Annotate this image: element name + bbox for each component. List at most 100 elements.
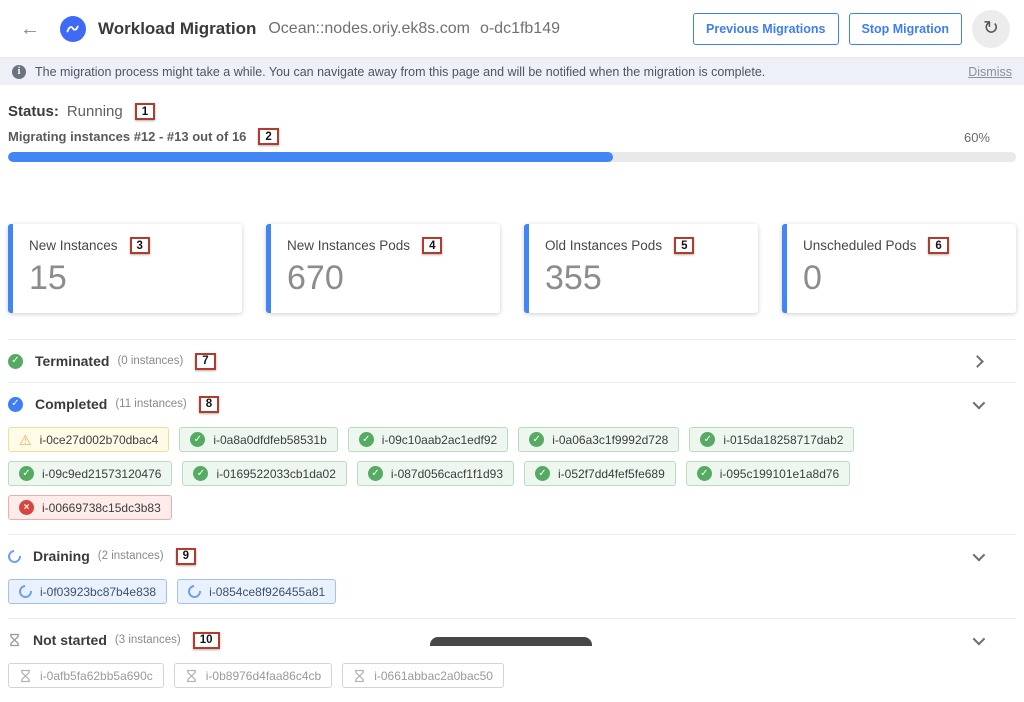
instance-id: i-09c9ed21573120476 <box>42 467 161 481</box>
instance-chip: ✓ i-015da18258717dab2 <box>689 427 854 452</box>
instance-id: i-09c10aab2ac1edf92 <box>382 433 497 447</box>
instance-id: i-0afb5fa62bb5a690c <box>40 669 153 683</box>
back-arrow-icon[interactable]: ← <box>14 18 46 40</box>
progress-bar-fill <box>8 152 613 162</box>
check-circle-icon: ✓ <box>697 466 712 481</box>
dismiss-link[interactable]: Dismiss <box>968 65 1012 79</box>
hourglass-icon <box>353 669 366 683</box>
section-count: (11 instances) <box>115 398 186 410</box>
chevron-down-icon[interactable] <box>973 549 986 562</box>
section-name: Draining <box>33 548 90 564</box>
section-terminated: ✓ Terminated (0 instances) 7 <box>8 339 1016 382</box>
instance-id: i-0f03923bc87b4e838 <box>40 585 156 599</box>
section-count: (0 instances) <box>117 355 183 367</box>
annotation-marker-9: 9 <box>176 548 196 565</box>
instance-id: i-0a8a0dfdfeb58531b <box>213 433 326 447</box>
refresh-button[interactable]: ↻ <box>972 10 1010 48</box>
check-circle-icon: ✓ <box>700 432 715 447</box>
section-count: (3 instances) <box>115 634 181 646</box>
chevron-right-icon[interactable] <box>971 355 984 368</box>
instance-chip: ✓ i-087d056cacf1f1d93 <box>357 461 514 486</box>
annotation-marker-7: 7 <box>195 353 215 370</box>
annotation-marker-10: 10 <box>193 632 220 649</box>
refresh-icon: ↻ <box>983 19 999 38</box>
instance-id: i-00669738c15dc3b83 <box>42 501 161 515</box>
annotation-marker-1: 1 <box>135 103 155 120</box>
instance-chip: i-0b8976d4faa86c4cb <box>174 663 332 688</box>
instance-id: i-015da18258717dab2 <box>723 433 843 447</box>
instance-id: i-087d056cacf1f1d93 <box>391 467 503 481</box>
cards-row: New Instances3 15 New Instances Pods4 670 Ol… <box>8 224 1016 313</box>
card-value: 670 <box>287 260 484 297</box>
instance-chip: i-0661abbac2a0bac50 <box>342 663 504 688</box>
summary-card-old-instances-pods: Old Instances Pods5 355 <box>524 224 758 313</box>
instance-chip: i-0f03923bc87b4e838 <box>8 579 167 604</box>
instance-chip: i-0afb5fa62bb5a690c <box>8 663 164 688</box>
summary-card-new-instances-pods: New Instances Pods4 670 <box>266 224 500 313</box>
instance-chip: ✓ i-0a8a0dfdfeb58531b <box>179 427 337 452</box>
spinner-icon <box>185 583 203 601</box>
instance-id: i-0661abbac2a0bac50 <box>374 669 493 683</box>
instance-id: i-0169522033cb1da02 <box>216 467 335 481</box>
instance-chip: ✓i-09c10aab2ac1edf92 <box>348 427 508 452</box>
annotation-marker-6: 6 <box>928 237 948 254</box>
progress-percent: 60% <box>964 130 1016 145</box>
check-circle-icon: ✓ <box>190 432 205 447</box>
section-count: (2 instances) <box>98 550 164 562</box>
ocean-id: o-dc1fb149 <box>480 20 560 37</box>
status-value: Running <box>67 103 123 120</box>
instance-id: i-095c199101e1a8d76 <box>720 467 839 481</box>
instance-chip: ✓ i-095c199101e1a8d76 <box>686 461 850 486</box>
card-value: 355 <box>545 260 742 297</box>
stop-migration-button[interactable]: Stop Migration <box>849 13 963 45</box>
instance-chip: ✓ i-0169522033cb1da02 <box>182 461 346 486</box>
card-value: 15 <box>29 260 226 297</box>
banner-text: The migration process might take a while… <box>35 65 765 79</box>
card-label-row: New Instances3 <box>29 237 226 254</box>
top-bar: ← Workload Migration Ocean::nodes.oriy.e… <box>0 0 1024 58</box>
check-circle-blue-icon: ✓ <box>8 397 23 412</box>
ocean-logo-icon <box>60 16 86 42</box>
check-circle-icon: ✓ <box>19 466 34 481</box>
info-banner: i The migration process might take a whi… <box>0 58 1024 85</box>
instance-id: i-0854ce8f926455a81 <box>209 585 325 599</box>
instance-chip: ⚠ i-0ce27d002b70dbac4 <box>8 427 169 452</box>
section-header-draining[interactable]: Draining (2 instances) 9 <box>8 535 1016 577</box>
section-not-started: Not started(3 instances)10i-0afb5fa62bb5… <box>8 618 1016 702</box>
check-circle-green-icon: ✓ <box>8 354 23 369</box>
annotation-marker-4: 4 <box>422 237 442 254</box>
card-label-row: New Instances Pods4 <box>287 237 484 254</box>
chevron-down-icon[interactable] <box>973 397 986 410</box>
hourglass-icon <box>8 633 21 647</box>
instance-id: i-0a06a3c1f9992d728 <box>552 433 668 447</box>
instance-chip: × i-00669738c15dc3b83 <box>8 495 172 520</box>
section-name: Terminated <box>35 353 109 369</box>
hourglass-icon <box>185 669 198 683</box>
check-circle-icon: ✓ <box>193 466 208 481</box>
page-title: Workload Migration <box>98 19 256 39</box>
chips-not-started: i-0afb5fa62bb5a690c i-0b8976d4faa86c4cb i-… <box>8 661 1016 702</box>
instance-chip: i-0854ce8f926455a81 <box>177 579 336 604</box>
instance-id: i-0b8976d4faa86c4cb <box>206 669 321 683</box>
chips-draining: i-0f03923bc87b4e838 i-0854ce8f926455a81 <box>8 577 1016 618</box>
instance-id: i-052f7dd4fef5fe689 <box>558 467 665 481</box>
spinner-icon <box>5 547 23 565</box>
card-value: 0 <box>803 260 1000 297</box>
previous-migrations-button[interactable]: Previous Migrations <box>693 13 838 45</box>
annotation-marker-5: 5 <box>674 237 694 254</box>
annotation-marker-3: 3 <box>130 237 150 254</box>
error-circle-icon: × <box>19 500 34 515</box>
section-header-completed[interactable]: ✓ Completed (11 instances) 8 <box>8 383 1016 425</box>
section-name: Completed <box>35 396 107 412</box>
section-completed: ✓ Completed (11 instances) 8 ⚠ i-0ce27d002b70… <box>8 382 1016 534</box>
instance-chip: ✓ i-09c9ed21573120476 <box>8 461 172 486</box>
annotation-marker-8: 8 <box>199 396 219 413</box>
instance-id: i-0ce27d002b70dbac4 <box>40 433 159 447</box>
section-header-terminated[interactable]: ✓ Terminated (0 instances) 7 <box>8 340 1016 382</box>
summary-card-new-instances: New Instances3 15 <box>8 224 242 313</box>
card-label-row: Old Instances Pods5 <box>545 237 742 254</box>
check-circle-icon: ✓ <box>368 466 383 481</box>
warning-triangle-icon: ⚠ <box>19 433 32 447</box>
chevron-down-icon[interactable] <box>973 633 986 646</box>
instance-chip: ✓i-0a06a3c1f9992d728 <box>518 427 679 452</box>
